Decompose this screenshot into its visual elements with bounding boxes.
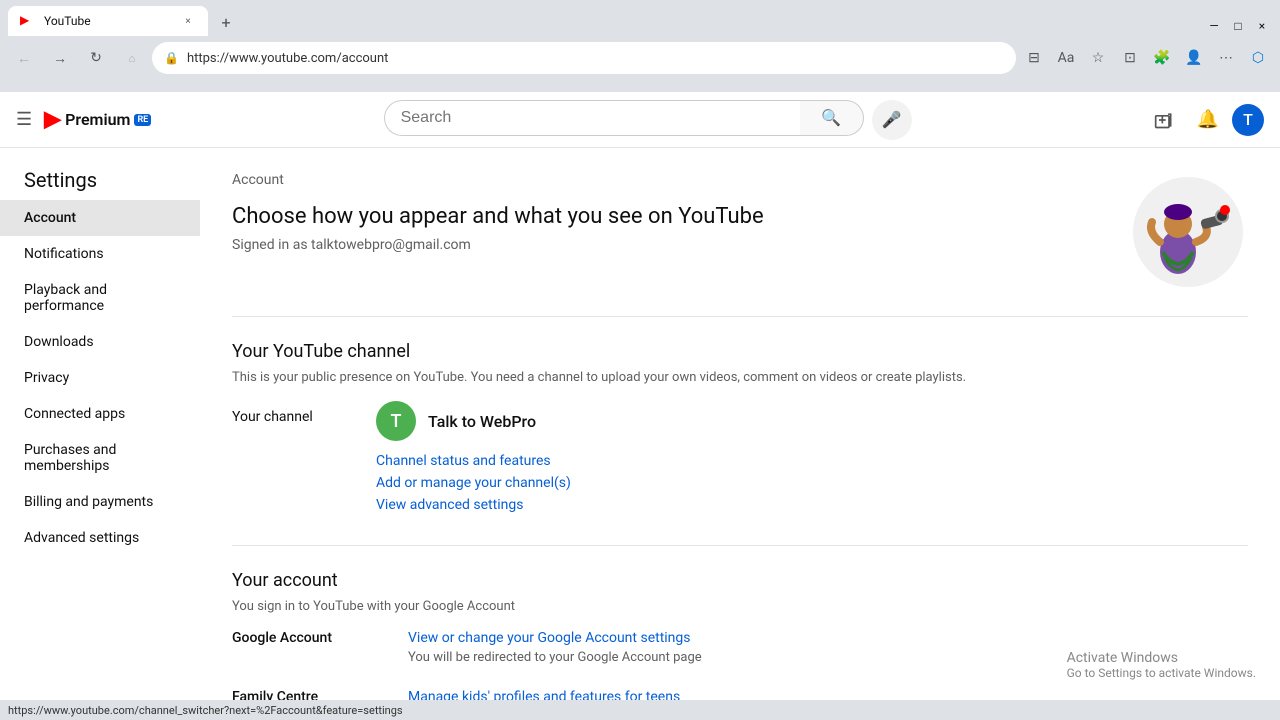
sidebar-item-label-notifications: Notifications	[24, 246, 104, 262]
sidebar-item-label-purchases: Purchases and memberships	[24, 442, 184, 474]
header-illustration	[1128, 172, 1248, 292]
user-avatar[interactable]: T	[1232, 104, 1264, 136]
mic-button[interactable]: 🎤	[872, 100, 912, 140]
channel-info: T Talk to WebPro Channel status and feat…	[376, 401, 571, 513]
sidebar-item-account[interactable]: Account	[0, 200, 200, 236]
window-maximize-button[interactable]: □	[1228, 16, 1248, 36]
logo-area: ☰ ▶ Premium RE	[16, 107, 151, 132]
status-bar: https://www.youtube.com/channel_switcher…	[0, 700, 1280, 720]
cast-icon[interactable]: ⊟	[1020, 44, 1048, 72]
reading-mode-icon[interactable]: Aa	[1052, 44, 1080, 72]
sidebar-item-label-playback: Playback and performance	[24, 282, 184, 314]
search-button[interactable]: 🔍	[800, 100, 864, 136]
page-title: Choose how you appear and what you see o…	[232, 204, 764, 229]
advanced-settings-link[interactable]: View advanced settings	[376, 497, 571, 513]
google-account-label: Google Account	[232, 630, 392, 646]
home-button: ⌂	[116, 42, 148, 74]
signed-in-label: Signed in as talktowebpro@gmail.com	[232, 237, 764, 253]
page-header: Account Choose how you appear and what y…	[232, 172, 1248, 292]
sidebar-item-label-privacy: Privacy	[24, 370, 69, 386]
hamburger-menu[interactable]: ☰	[16, 109, 32, 130]
account-section-title: Your account	[232, 570, 1248, 591]
window-minimize-button[interactable]: —	[1204, 16, 1224, 36]
page-header-text: Account Choose how you appear and what y…	[232, 172, 764, 277]
mic-icon: 🎤	[882, 110, 902, 130]
sidebar-item-billing[interactable]: Billing and payments	[0, 484, 200, 520]
main-content: Settings Account Notifications Playback …	[0, 148, 1280, 720]
reload-button[interactable]: ↻	[80, 42, 112, 74]
channel-links: Channel status and features Add or manag…	[376, 453, 571, 513]
yt-logo-text: Premium	[65, 110, 130, 129]
yt-logo-icon: ▶	[44, 107, 61, 132]
new-tab-button[interactable]: +	[212, 8, 240, 36]
sidebar-item-playback[interactable]: Playback and performance	[0, 272, 200, 324]
sidebar-item-label-billing: Billing and payments	[24, 494, 153, 510]
tab-title: YouTube	[44, 14, 172, 28]
channel-name-row: T Talk to WebPro	[376, 401, 571, 441]
browser-tab[interactable]: ▶ YouTube ×	[8, 6, 208, 36]
browser-profile-icon[interactable]: 👤	[1180, 44, 1208, 72]
google-account-link[interactable]: View or change your Google Account setti…	[408, 630, 691, 646]
sidebar: Settings Account Notifications Playback …	[0, 148, 200, 720]
channel-section: Your YouTube channel This is your public…	[232, 341, 1248, 513]
split-view-icon[interactable]: ⊡	[1116, 44, 1144, 72]
channel-section-desc: This is your public presence on YouTube.…	[232, 370, 1248, 385]
channel-avatar: T	[376, 401, 416, 441]
sidebar-item-label-advanced: Advanced settings	[24, 530, 139, 546]
channel-section-title: Your YouTube channel	[232, 341, 1248, 362]
tab-close-button[interactable]: ×	[180, 13, 196, 29]
url-display: https://www.youtube.com/account	[187, 51, 1004, 66]
add-channel-link[interactable]: Add or manage your channel(s)	[376, 475, 571, 491]
search-input[interactable]	[384, 100, 800, 136]
youtube-logo[interactable]: ▶ Premium RE	[44, 107, 151, 132]
breadcrumb: Account	[232, 172, 764, 188]
forward-button[interactable]: →	[44, 42, 76, 74]
sidebar-title: Settings	[0, 160, 200, 200]
address-bar[interactable]: 🔒 https://www.youtube.com/account	[152, 42, 1016, 74]
header-actions: 🔔 T	[1144, 100, 1264, 140]
channel-status-link[interactable]: Channel status and features	[376, 453, 571, 469]
create-icon[interactable]	[1144, 100, 1184, 140]
youtube-favicon: ▶	[20, 13, 36, 29]
account-section: Your account You sign in to YouTube with…	[232, 570, 1248, 720]
sidebar-item-notifications[interactable]: Notifications	[0, 236, 200, 272]
channel-row: Your channel T Talk to WebPro Channel st…	[232, 401, 1248, 513]
sidebar-item-privacy[interactable]: Privacy	[0, 360, 200, 396]
divider-2	[232, 545, 1248, 546]
search-icon: 🔍	[821, 108, 841, 128]
sidebar-item-advanced[interactable]: Advanced settings	[0, 520, 200, 556]
extensions-icon[interactable]: 🧩	[1148, 44, 1176, 72]
google-account-desc: You will be redirected to your Google Ac…	[408, 650, 1248, 665]
edge-icon: ⬡	[1244, 44, 1272, 72]
content-area: Account Choose how you appear and what y…	[200, 148, 1280, 720]
browser-menu-icon[interactable]: ⋯	[1212, 44, 1240, 72]
sidebar-item-downloads[interactable]: Downloads	[0, 324, 200, 360]
window-close-button[interactable]: ×	[1252, 16, 1272, 36]
sidebar-item-purchases[interactable]: Purchases and memberships	[0, 432, 200, 484]
search-bar: 🔍	[384, 100, 864, 136]
status-url: https://www.youtube.com/channel_switcher…	[8, 704, 403, 717]
search-area: 🔍 🎤	[159, 100, 1136, 140]
channel-row-label: Your channel	[232, 401, 352, 425]
sidebar-item-connected-apps[interactable]: Connected apps	[0, 396, 200, 432]
divider-1	[232, 316, 1248, 317]
bookmark-icon[interactable]: ☆	[1084, 44, 1112, 72]
sidebar-item-label-downloads: Downloads	[24, 334, 94, 350]
google-account-row: Google Account View or change your Googl…	[232, 630, 1248, 665]
sidebar-item-label-connected-apps: Connected apps	[24, 406, 125, 422]
channel-name: Talk to WebPro	[428, 412, 536, 431]
notifications-icon[interactable]: 🔔	[1188, 100, 1228, 140]
back-button[interactable]: ←	[8, 42, 40, 74]
google-account-content: View or change your Google Account setti…	[408, 630, 1248, 665]
account-section-desc: You sign in to YouTube with your Google …	[232, 599, 1248, 614]
yt-premium-badge: RE	[134, 114, 151, 126]
sidebar-item-label-account: Account	[24, 210, 76, 226]
youtube-header: ☰ ▶ Premium RE 🔍 🎤 🔔 T	[0, 92, 1280, 148]
